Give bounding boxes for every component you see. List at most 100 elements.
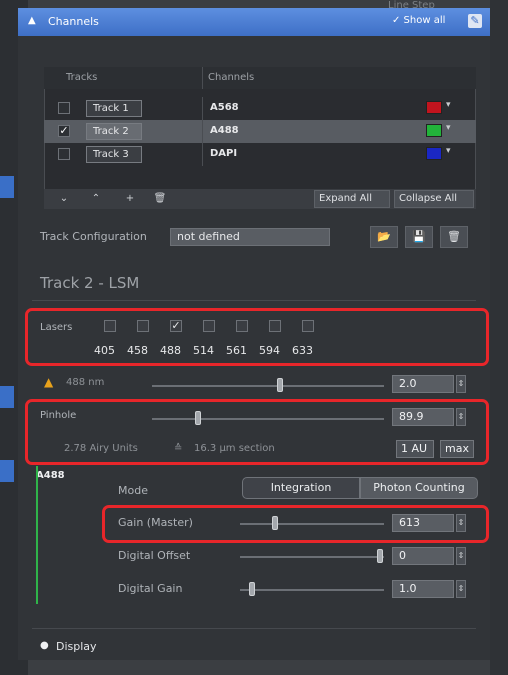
- mode-label: Mode: [118, 484, 148, 497]
- laser-checkbox[interactable]: [269, 320, 281, 332]
- laser-power-label: 488 nm: [66, 377, 105, 388]
- gain-slider-track[interactable]: [240, 523, 384, 525]
- background-tab: [0, 176, 14, 198]
- laser-checkbox[interactable]: [137, 320, 149, 332]
- collapse-all-button[interactable]: Collapse All: [394, 190, 474, 208]
- gain-label: Gain (Master): [118, 516, 193, 529]
- collapse-icon[interactable]: ▲: [28, 15, 36, 26]
- tracks-table-header: Tracks Channels: [44, 67, 476, 89]
- digital-offset-slider-thumb[interactable]: [376, 549, 383, 563]
- channel-label: A488: [36, 470, 65, 481]
- laser-wavelength-label: 561: [226, 344, 247, 357]
- laser-checkbox[interactable]: [203, 320, 215, 332]
- laser-checkbox[interactable]: [302, 320, 314, 332]
- gain-slider-thumb[interactable]: [271, 516, 278, 530]
- channel-color-bar: [36, 466, 38, 604]
- table-row[interactable]: Track 1 A568 ▾: [44, 97, 476, 120]
- laser-power-spin[interactable]: ⇕: [456, 375, 466, 393]
- row-divider: [202, 97, 203, 120]
- laser-power-input[interactable]: 2.0: [392, 375, 454, 393]
- digital-gain-spin[interactable]: ⇕: [456, 580, 466, 598]
- trash-icon[interactable]: 🗑: [150, 191, 170, 207]
- max-button[interactable]: max: [440, 440, 474, 458]
- expand-all-button[interactable]: Expand All: [314, 190, 390, 208]
- save-icon[interactable]: 💾: [405, 226, 433, 248]
- one-au-button[interactable]: 1 AU: [396, 440, 434, 458]
- digital-gain-slider-thumb[interactable]: [248, 582, 255, 596]
- channel-name: A568: [210, 102, 239, 113]
- laser-checkbox[interactable]: [104, 320, 116, 332]
- laser-wavelength-label: 458: [127, 344, 148, 357]
- chevron-down-icon[interactable]: ▾: [446, 123, 451, 133]
- digital-gain-input[interactable]: 1.0: [392, 580, 454, 598]
- row-divider: [202, 143, 203, 166]
- table-row[interactable]: ✓ Track 2 A488 ▾: [44, 120, 476, 143]
- lasers-highlight: [25, 308, 489, 366]
- chevron-down-icon[interactable]: ▾: [446, 146, 451, 156]
- pinhole-slider-track[interactable]: [152, 418, 384, 420]
- track-name[interactable]: Track 2: [86, 123, 142, 140]
- digital-gain-slider-track[interactable]: [240, 589, 384, 591]
- laser-checkbox[interactable]: [236, 320, 248, 332]
- background-tab: [0, 460, 14, 482]
- track-config-label: Track Configuration: [40, 230, 147, 243]
- panel-titlebar: ▲ Channels ✓ Show all ✎: [18, 8, 490, 36]
- pinhole-slider-thumb[interactable]: [195, 411, 202, 425]
- background-tab: [0, 386, 14, 408]
- track-name[interactable]: Track 1: [86, 100, 142, 117]
- digital-offset-input[interactable]: 0: [392, 547, 454, 565]
- mode-photon-counting-button[interactable]: Photon Counting: [360, 477, 478, 499]
- section-thickness-text: 16.3 µm section: [194, 443, 275, 454]
- background-right: [490, 0, 508, 675]
- approx-symbol: ≙: [174, 443, 183, 454]
- tracks-toolbar: ⌄ ⌃ + 🗑 Expand All Collapse All: [44, 189, 476, 209]
- divider: [32, 628, 476, 629]
- digital-offset-label: Digital Offset: [118, 549, 191, 562]
- laser-power-slider-thumb[interactable]: [276, 378, 283, 392]
- pinhole-spin[interactable]: ⇕: [456, 408, 466, 426]
- channel-name: DAPI: [210, 148, 238, 159]
- pinhole-label: Pinhole: [40, 410, 77, 421]
- pinhole-input[interactable]: 89.9: [392, 408, 454, 426]
- display-expand-icon[interactable]: ●: [40, 640, 49, 651]
- laser-checkbox[interactable]: ✓: [170, 320, 182, 332]
- track-name[interactable]: Track 3: [86, 146, 142, 163]
- trash-icon[interactable]: 🗑: [440, 226, 468, 248]
- airy-units-text: 2.78 Airy Units: [64, 443, 138, 454]
- warning-icon: ▲: [44, 375, 54, 389]
- open-folder-icon[interactable]: 📂: [370, 226, 398, 248]
- track-checkbox[interactable]: [58, 102, 70, 114]
- track-checkbox[interactable]: ✓: [58, 125, 70, 137]
- gain-input[interactable]: 613: [392, 514, 454, 532]
- header-tracks: Tracks: [66, 72, 98, 83]
- show-all-toggle[interactable]: ✓ Show all: [392, 15, 445, 26]
- laser-wavelength-label: 405: [94, 344, 115, 357]
- move-up-icon[interactable]: ⌃: [86, 191, 106, 207]
- digital-gain-label: Digital Gain: [118, 582, 183, 595]
- table-row[interactable]: Track 3 DAPI ▾: [44, 143, 476, 166]
- track-config-select[interactable]: not defined: [170, 228, 330, 246]
- mode-integration-button[interactable]: Integration: [242, 477, 360, 499]
- divider: [32, 300, 476, 301]
- move-down-icon[interactable]: ⌄: [54, 191, 74, 207]
- laser-power-slider-track[interactable]: [152, 385, 384, 387]
- laser-wavelength-label: 488: [160, 344, 181, 357]
- header-divider: [202, 67, 203, 89]
- color-swatch[interactable]: [426, 147, 442, 160]
- channel-name: A488: [210, 125, 239, 136]
- laser-wavelength-label: 514: [193, 344, 214, 357]
- color-swatch[interactable]: [426, 124, 442, 137]
- laser-wavelength-label: 633: [292, 344, 313, 357]
- chevron-down-icon[interactable]: ▾: [446, 100, 451, 110]
- digital-offset-spin[interactable]: ⇕: [456, 547, 466, 565]
- color-swatch[interactable]: [426, 101, 442, 114]
- track-checkbox[interactable]: [58, 148, 70, 160]
- edit-icon[interactable]: ✎: [468, 14, 482, 28]
- add-icon[interactable]: +: [120, 191, 140, 207]
- display-section-label[interactable]: Display: [56, 640, 97, 653]
- header-channels: Channels: [208, 72, 255, 83]
- digital-offset-slider-track[interactable]: [240, 556, 384, 558]
- section-title: Track 2 - LSM: [40, 274, 140, 292]
- laser-wavelength-label: 594: [259, 344, 280, 357]
- gain-spin[interactable]: ⇕: [456, 514, 466, 532]
